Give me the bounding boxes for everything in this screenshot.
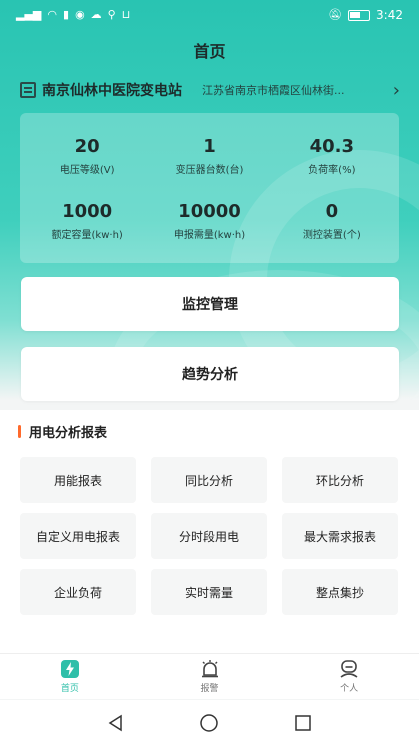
stat-label: 电压等级(V) [59, 165, 115, 176]
report-month-on-month[interactable]: 环比分析 [282, 457, 398, 503]
tab-label: 首页 [60, 684, 79, 694]
tab-label: 个人 [340, 684, 359, 694]
tab-home[interactable]: 首页 [0, 654, 140, 699]
mute-icon: 🔕︎ [328, 8, 343, 21]
report-hourly-reading[interactable]: 整点集抄 [282, 569, 398, 615]
trend-analysis-button[interactable]: 趋势分析 [21, 347, 399, 401]
stat-label: 申报需量(kw·h) [173, 230, 246, 241]
search-icon: ⚲ [107, 8, 116, 21]
app-icon: ◉ [75, 8, 85, 21]
cart-icon: ⊔ [121, 8, 131, 21]
status-icons-right: 🔕︎ 3:42 [328, 8, 403, 22]
stat-value: 1 [203, 136, 216, 157]
section-title: 用电分析报表 [29, 426, 108, 441]
cloud-icon: ☁ [90, 8, 102, 21]
wifi-icon: ◠ [47, 8, 57, 21]
building-icon [20, 82, 36, 98]
stat-load-rate: 40.3 负荷率(%) [271, 123, 393, 188]
stat-label: 负荷率(%) [308, 165, 356, 176]
report-max-demand[interactable]: 最大需求报表 [282, 513, 398, 559]
section-header: 用电分析报表 [18, 422, 107, 441]
stat-value: 1000 [62, 201, 113, 222]
report-enterprise-load[interactable]: 企业负荷 [20, 569, 136, 615]
report-realtime-demand[interactable]: 实时需量 [151, 569, 267, 615]
home-icon[interactable] [199, 713, 219, 733]
report-energy-usage[interactable]: 用能报表 [20, 457, 136, 503]
section-marker [18, 425, 21, 438]
stat-value: 10000 [178, 201, 241, 222]
report-panel: 用电分析报表 用能报表 同比分析 环比分析 自定义用电报表 分时段用电 最大需求… [0, 410, 419, 653]
stat-label: 额定容量(kw·h) [51, 230, 123, 241]
signal-icon: ▂▄▆ [16, 8, 42, 21]
back-icon[interactable] [107, 714, 125, 732]
stat-value: 20 [74, 136, 100, 157]
bottom-tabbar: 首页 报警 个人 [0, 653, 419, 699]
stat-label: 变压器台数(台) [175, 165, 244, 176]
report-grid: 用能报表 同比分析 环比分析 自定义用电报表 分时段用电 最大需求报表 企业负荷… [20, 457, 399, 615]
stat-rated-capacity: 1000 额定容量(kw·h) [26, 188, 148, 253]
stat-label: 测控装置(个) [302, 230, 361, 241]
recents-icon[interactable] [294, 714, 312, 732]
tab-label: 报警 [200, 684, 219, 694]
stat-transformer-count: 1 变压器台数(台) [148, 123, 270, 188]
stat-voltage-level: 20 电压等级(V) [26, 123, 148, 188]
report-time-of-use[interactable]: 分时段用电 [151, 513, 267, 559]
report-year-on-year[interactable]: 同比分析 [151, 457, 267, 503]
status-time: 3:42 [376, 8, 403, 22]
stat-monitor-devices: 0 测控装置(个) [271, 188, 393, 253]
alarm-icon [201, 660, 218, 678]
user-icon [340, 660, 358, 678]
page-title: 首页 [193, 42, 226, 61]
report-custom[interactable]: 自定义用电报表 [20, 513, 136, 559]
station-selector[interactable]: 南京仙林中医院变电站 江苏省南京市栖霞区仙林街... › [20, 78, 400, 102]
stat-value: 40.3 [309, 136, 355, 157]
system-navbar [0, 700, 419, 745]
tab-profile[interactable]: 个人 [279, 654, 419, 699]
station-address: 江苏省南京市栖霞区仙林街... [202, 84, 345, 97]
battery-icon [348, 9, 371, 21]
station-name: 南京仙林中医院变电站 [42, 83, 182, 99]
stats-card: 20 电压等级(V) 1 变压器台数(台) 40.3 负荷率(%) 1000 额… [20, 113, 399, 263]
status-icons-left: ▂▄▆ ◠ ▮ ◉ ☁ ⚲ ⊔ [16, 9, 130, 21]
chevron-right-icon: › [392, 79, 400, 101]
stat-value: 0 [325, 201, 339, 222]
sim-icon: ▮ [63, 8, 70, 21]
home-lightning-icon [60, 660, 79, 678]
stat-declared-demand: 10000 申报需量(kw·h) [148, 188, 270, 253]
monitor-management-button[interactable]: 监控管理 [21, 277, 399, 331]
status-bar: ▂▄▆ ◠ ▮ ◉ ☁ ⚲ ⊔ 🔕︎ 3:42 [0, 0, 419, 30]
tab-alarm[interactable]: 报警 [140, 654, 280, 699]
